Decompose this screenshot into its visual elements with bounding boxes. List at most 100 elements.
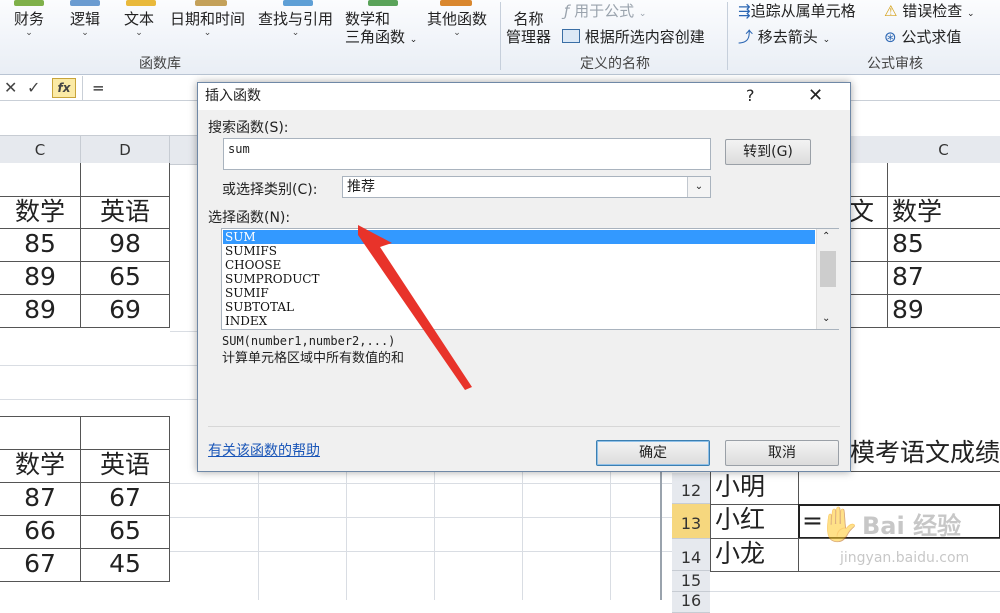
math-button[interactable]: 数学和 三角函数 ⌄: [345, 10, 417, 49]
lookup-button[interactable]: 查找与引用 ⌄: [258, 10, 333, 38]
cancel-icon[interactable]: ✕: [4, 78, 17, 98]
column-header-c-right[interactable]: C: [887, 136, 1000, 165]
logical-icon: [70, 0, 100, 6]
table-cell[interactable]: 89: [0, 261, 81, 295]
gridline: [346, 470, 347, 600]
table-cell[interactable]: 数学: [0, 196, 81, 229]
table-cell[interactable]: 89: [0, 294, 81, 328]
scroll-down-icon[interactable]: ⌄: [822, 313, 830, 324]
table-cell[interactable]: 67: [0, 548, 81, 582]
table-cell[interactable]: 69: [80, 294, 170, 328]
table-cell[interactable]: 数学: [887, 196, 1000, 229]
ok-button[interactable]: 确定: [596, 440, 710, 466]
datetime-icon: [195, 0, 227, 6]
table-cell-empty[interactable]: [849, 163, 888, 197]
column-header-d[interactable]: D: [81, 136, 170, 165]
insert-function-dialog: 插入函数 ? ✕ 搜索函数(S): sum 转到(G) 或选择类别(C): 推荐…: [197, 82, 851, 472]
evaluate-formula-icon: ⊛: [884, 28, 897, 46]
table-cell[interactable]: 85: [0, 228, 81, 262]
table-cell[interactable]: 文: [849, 196, 888, 229]
category-select[interactable]: 推荐 ⌄: [342, 176, 711, 198]
remove-arrows-icon: ⤴: [738, 28, 754, 46]
enter-icon[interactable]: ✓: [27, 78, 40, 98]
function-list-item[interactable]: SUMIF: [223, 286, 815, 300]
table-cell[interactable]: 66: [0, 515, 81, 549]
more-functions-button[interactable]: 其他函数 ⌄: [427, 10, 487, 38]
go-button[interactable]: 转到(G): [725, 139, 811, 165]
table-cell[interactable]: 英语: [80, 196, 170, 229]
table-cell[interactable]: 67: [80, 482, 170, 516]
search-input[interactable]: sum: [223, 138, 711, 170]
create-from-selection-button[interactable]: 根据所选内容创建: [562, 28, 705, 46]
help-link[interactable]: 有关该函数的帮助: [208, 440, 320, 460]
more-functions-icon: [440, 0, 472, 6]
dialog-title-bar[interactable]: 插入函数 ? ✕: [198, 83, 850, 110]
remove-arrows-button[interactable]: ⤴ 移去箭头 ⌄: [738, 28, 830, 49]
cancel-button[interactable]: 取消: [725, 440, 839, 466]
error-checking-button[interactable]: ⚠ 错误检查 ⌄: [884, 2, 975, 23]
function-list-item[interactable]: SUMIFS: [223, 244, 815, 258]
table-cell[interactable]: 英语: [80, 449, 170, 483]
table-cell-empty[interactable]: [887, 163, 1000, 197]
name-cell[interactable]: 小明: [710, 471, 799, 505]
table-cell[interactable]: 65: [80, 261, 170, 295]
function-list-item[interactable]: CHOOSE: [223, 258, 815, 272]
fx-small-icon: ƒ: [564, 2, 570, 20]
row-header-16[interactable]: 16: [672, 592, 710, 613]
function-list-item[interactable]: SUBTOTAL: [223, 300, 815, 314]
chevron-down-icon[interactable]: ⌄: [687, 177, 710, 197]
row-header-13[interactable]: 13: [672, 504, 710, 539]
trace-dependents-button[interactable]: ⇶追踪从属单元格: [738, 2, 856, 20]
table-cell-empty[interactable]: [849, 261, 888, 295]
help-button[interactable]: ?: [746, 86, 755, 106]
close-button[interactable]: ✕: [808, 85, 823, 107]
name-cell[interactable]: 小龙: [710, 538, 799, 572]
arrow-shape: [358, 225, 472, 390]
table-cell[interactable]: 数学: [0, 449, 81, 483]
evaluate-formula-button[interactable]: ⊛ 公式求值: [884, 28, 961, 46]
table-cell[interactable]: 87: [0, 482, 81, 516]
table-cell-empty[interactable]: [0, 416, 81, 450]
datetime-button[interactable]: 日期和时间 ⌄: [170, 10, 245, 38]
math-icon: [368, 0, 398, 6]
table-cell-empty[interactable]: [849, 294, 888, 328]
row-header-12[interactable]: 12: [672, 473, 710, 504]
row-header-15[interactable]: 15: [672, 571, 710, 592]
function-list-item[interactable]: SUM: [223, 230, 815, 244]
financial-button[interactable]: 财务 ⌄: [14, 10, 44, 38]
row-header-14[interactable]: 14: [672, 539, 710, 571]
table-cell[interactable]: 87: [887, 261, 1000, 295]
name-manager-button[interactable]: 名称 管理器: [506, 10, 551, 46]
paw-logo-icon: ✋: [818, 505, 861, 545]
function-list-scrollbar[interactable]: ⌃ ⌄: [816, 229, 839, 329]
gridline: [170, 483, 672, 484]
formula-input[interactable]: =: [92, 78, 105, 98]
table-cell[interactable]: 98: [80, 228, 170, 262]
function-list[interactable]: SUM SUMIFS CHOOSE SUMPRODUCT SUMIF SUBTOTAL IN…: [221, 228, 839, 330]
table-cell-empty[interactable]: [849, 228, 888, 262]
table-cell[interactable]: 85: [887, 228, 1000, 262]
scrollbar-thumb[interactable]: [820, 251, 836, 287]
text-button[interactable]: 文本 ⌄: [124, 10, 154, 38]
name-cell[interactable]: 小红: [710, 504, 799, 539]
table-cell[interactable]: 89: [887, 294, 1000, 328]
sheet-title-text: 模考语文成绩: [850, 438, 1000, 467]
logical-button[interactable]: 逻辑 ⌄: [70, 10, 100, 38]
insert-function-icon[interactable]: fx: [52, 78, 76, 98]
lookup-icon: [283, 0, 313, 6]
table-cell[interactable]: 65: [80, 515, 170, 549]
scroll-up-icon[interactable]: ⌃: [822, 231, 830, 242]
function-list-item[interactable]: SUMPRODUCT: [223, 272, 815, 286]
function-list-item[interactable]: INDEX: [223, 314, 815, 328]
table-cell-empty[interactable]: [0, 163, 81, 197]
gridline: [170, 517, 672, 518]
table-cell-empty[interactable]: [80, 163, 170, 197]
table-cell-empty[interactable]: [80, 416, 170, 450]
warning-icon: ⚠: [884, 2, 898, 20]
formula-bar-divider: [82, 76, 83, 100]
table-cell[interactable]: 45: [80, 548, 170, 582]
use-in-formula-button[interactable]: ƒ 用于公式 ⌄: [564, 2, 646, 23]
column-header-b-selected[interactable]: [849, 136, 888, 165]
search-input-value: sum: [228, 142, 250, 156]
column-header-c[interactable]: C: [0, 136, 81, 165]
